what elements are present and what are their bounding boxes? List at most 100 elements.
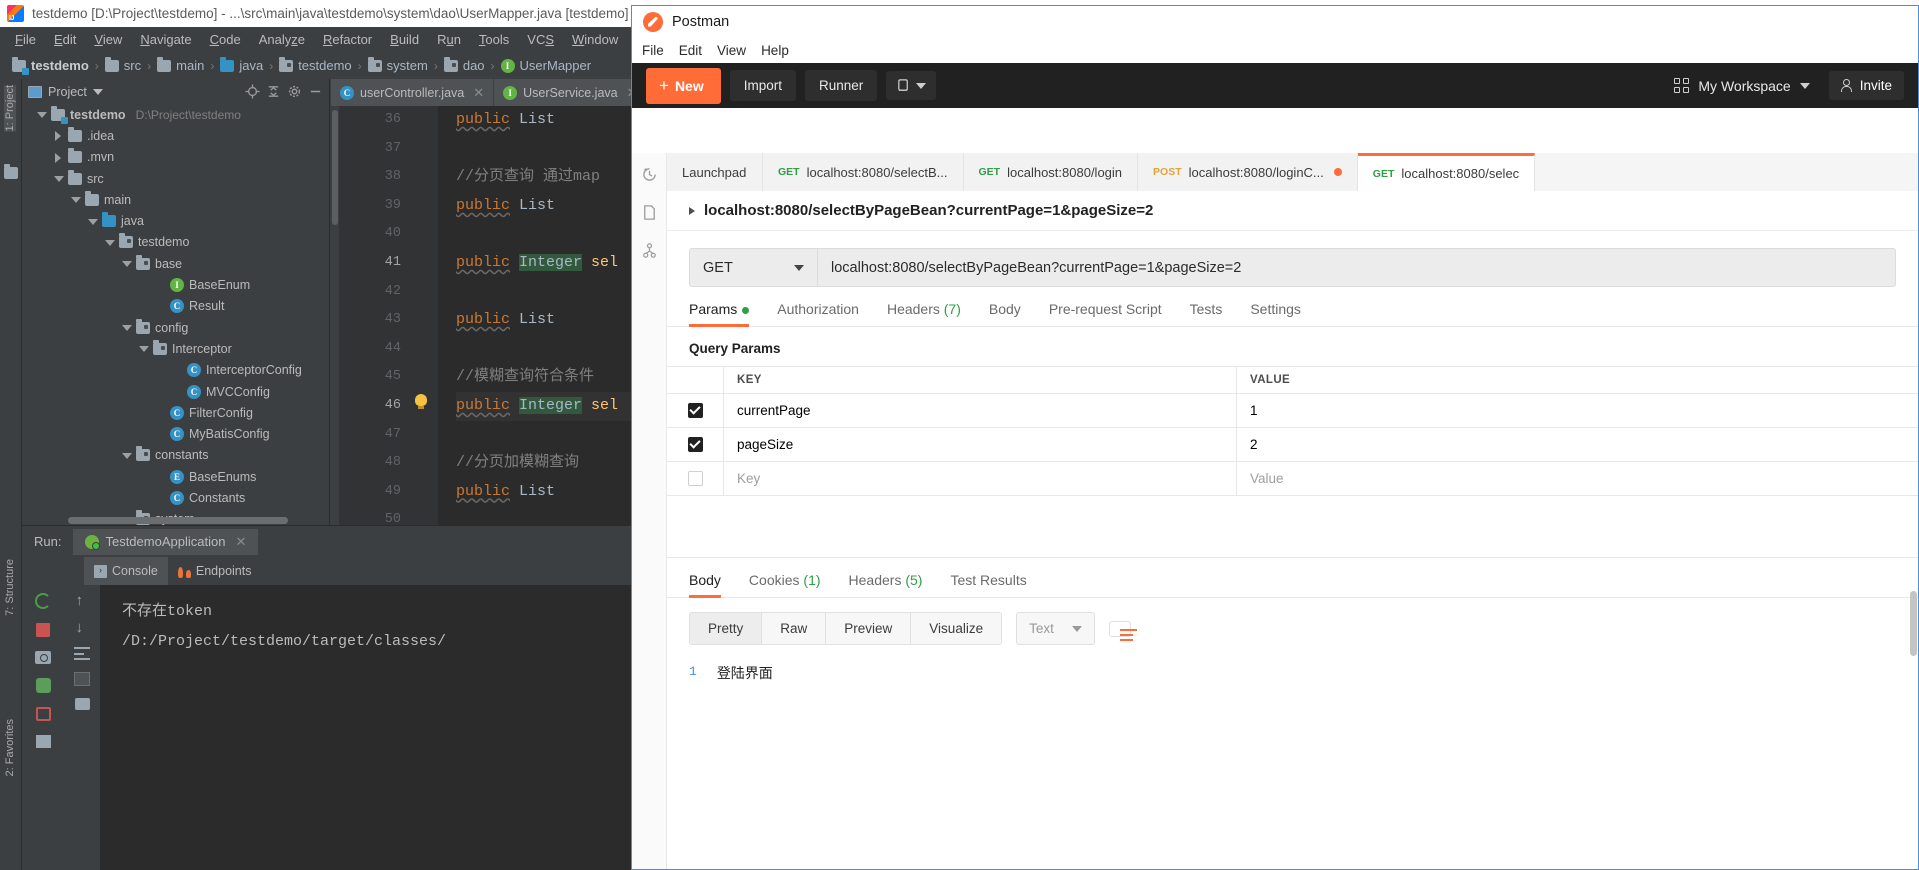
menu-vcs[interactable]: VCS	[518, 30, 563, 49]
request-tab-2[interactable]: GET localhost:8080/login	[963, 153, 1139, 191]
request-tab-3[interactable]: POST localhost:8080/loginC...	[1138, 153, 1358, 191]
menu-file[interactable]: FFileile	[6, 30, 45, 49]
response-tab-body[interactable]: Body	[689, 572, 735, 598]
tree-node-constants[interactable]: constants	[22, 445, 329, 466]
request-subtab-body[interactable]: Body	[975, 301, 1035, 326]
tree-node-mvcconfig[interactable]: C MVCConfig	[22, 381, 329, 402]
collapse-all-icon[interactable]	[266, 84, 281, 99]
tree-node-testdemo[interactable]: testdemo D:\Project\testdemo	[22, 104, 329, 125]
menu-tools[interactable]: Tools	[470, 30, 518, 49]
tree-node-mybatisconfig[interactable]: C MyBatisConfig	[22, 423, 329, 444]
toolwindow-button-project[interactable]: 1: Project	[4, 85, 16, 132]
chevron-down-icon[interactable]	[54, 174, 64, 183]
scroll-up-icon[interactable]: ↑	[76, 593, 89, 608]
param-key-input[interactable]: pageSize	[724, 428, 1237, 461]
postman-menubar[interactable]: File Edit View Help	[632, 37, 1918, 63]
breadcrumb-item-main[interactable]: main	[153, 56, 208, 73]
response-view-mode-group[interactable]: Pretty Raw Preview Visualize	[689, 612, 1003, 645]
param-key-input[interactable]: currentPage	[724, 394, 1237, 427]
menu-help[interactable]: Help	[761, 42, 800, 59]
new-button[interactable]: + New	[646, 67, 721, 104]
checkbox-unchecked-icon[interactable]	[687, 471, 703, 486]
run-action-toolbar[interactable]	[22, 585, 64, 870]
tree-node-filterconfig[interactable]: C FilterConfig	[22, 402, 329, 423]
tree-horizontal-scrollbar[interactable]	[68, 517, 288, 524]
menu-edit[interactable]: Edit	[45, 30, 85, 49]
response-tab-cookies[interactable]: Cookies (1)	[735, 572, 835, 597]
response-scrollbar[interactable]	[1910, 591, 1917, 656]
param-value-input[interactable]: 2	[1237, 428, 1918, 461]
menu-run[interactable]: Run	[428, 30, 470, 49]
breadcrumb-item-dao[interactable]: dao	[440, 56, 489, 73]
chevron-down-icon[interactable]	[122, 259, 132, 268]
tree-node-src[interactable]: src	[22, 168, 329, 189]
screenshot-icon[interactable]	[35, 651, 51, 664]
chevron-right-icon[interactable]	[54, 152, 63, 163]
menu-analyze[interactable]: Analyze	[250, 30, 314, 49]
runner-button[interactable]: Runner	[805, 70, 878, 101]
view-mode-preview[interactable]: Preview	[826, 613, 912, 644]
locate-target-icon[interactable]	[245, 84, 260, 99]
breadcrumb-item-src[interactable]: src	[101, 56, 145, 73]
breadcrumb-item-testdemo-pkg[interactable]: testdemo	[275, 56, 355, 73]
query-param-row[interactable]: pageSize 2	[667, 427, 1918, 461]
chevron-right-icon[interactable]	[54, 131, 63, 142]
print-icon[interactable]	[74, 698, 90, 710]
query-param-row[interactable]: Key Value	[667, 461, 1918, 496]
query-param-row[interactable]: currentPage 1	[667, 393, 1918, 427]
response-tab-headers[interactable]: Headers (5)	[835, 572, 937, 597]
chevron-down-icon[interactable]	[105, 238, 115, 247]
apis-icon[interactable]	[641, 242, 658, 259]
tree-node-baseenum[interactable]: I BaseEnum	[22, 274, 329, 295]
tree-node-interceptor[interactable]: Interceptor	[22, 338, 329, 359]
request-subtab-headers[interactable]: Headers (7)	[873, 301, 975, 326]
tree-node-constants[interactable]: C Constants	[22, 487, 329, 508]
export-icon[interactable]	[35, 707, 51, 721]
collections-icon[interactable]	[641, 204, 658, 221]
chevron-down-icon[interactable]	[122, 451, 132, 460]
param-value-input[interactable]: 1	[1237, 394, 1918, 427]
breadcrumb-item-usermapper[interactable]: I UserMapper	[497, 58, 596, 73]
breadcrumb-item-java[interactable]: java	[216, 56, 267, 73]
workspace-selector[interactable]: My Workspace	[1664, 72, 1819, 100]
console-action-toolbar[interactable]: ↑ ↓	[64, 585, 100, 870]
editor-tab-usercontroller[interactable]: C userController.java ✕	[331, 79, 495, 106]
request-subtab-authorization[interactable]: Authorization	[763, 301, 873, 326]
invite-button[interactable]: Invite	[1828, 71, 1904, 100]
request-subtab-bar[interactable]: Params Authorization Headers (7) Body Pre-re…	[667, 287, 1918, 327]
response-tab-bar[interactable]: Body Cookies (1) Headers (5) Test Results	[667, 558, 1918, 598]
run-tab-endpoints[interactable]: Endpoints	[168, 557, 262, 585]
response-tab-test-results[interactable]: Test Results	[936, 572, 1040, 597]
layout-icon[interactable]	[35, 735, 51, 748]
run-tab-console[interactable]: › Console	[84, 557, 168, 585]
scroll-to-end-icon[interactable]	[74, 672, 90, 686]
tree-node-interceptorconfig[interactable]: C InterceptorConfig	[22, 360, 329, 381]
tree-node-java[interactable]: java	[22, 210, 329, 231]
toolwindow-button-structure[interactable]: 7: Structure	[4, 559, 16, 616]
param-key-input[interactable]: Key	[724, 462, 1237, 495]
rerun-icon[interactable]	[35, 593, 51, 609]
http-method-select[interactable]: GET	[689, 248, 817, 287]
menu-navigate[interactable]: Navigate	[131, 30, 200, 49]
request-url-input[interactable]: localhost:8080/selectByPageBean?currentP…	[817, 248, 1896, 287]
tree-node-idea[interactable]: .idea	[22, 125, 329, 146]
toolwindow-button-favorites[interactable]: 2: Favorites	[4, 719, 16, 776]
response-body[interactable]: 1 登陆界面	[667, 659, 1918, 683]
chevron-down-icon[interactable]	[92, 88, 103, 95]
close-icon[interactable]: ✕	[473, 85, 484, 101]
request-subtab-pre-request-script[interactable]: Pre-request Script	[1035, 301, 1176, 326]
close-icon[interactable]: ✕	[235, 534, 246, 550]
checkbox-checked-icon[interactable]	[687, 437, 703, 452]
tree-node-main[interactable]: main	[22, 189, 329, 210]
folder-icon[interactable]	[4, 164, 18, 179]
request-subtab-tests[interactable]: Tests	[1176, 301, 1237, 326]
request-tab-4[interactable]: GET localhost:8080/selec	[1357, 153, 1536, 191]
intention-bulb-icon[interactable]	[415, 394, 431, 410]
postman-sidebar-rail[interactable]	[632, 153, 667, 869]
breadcrumb-item-system[interactable]: system	[364, 56, 432, 73]
request-tab-1[interactable]: GET localhost:8080/selectB...	[763, 153, 964, 191]
request-subtab-settings[interactable]: Settings	[1236, 301, 1315, 326]
param-enabled-checkbox-cell[interactable]	[667, 428, 724, 461]
view-mode-visualize[interactable]: Visualize	[911, 613, 1002, 644]
view-mode-raw[interactable]: Raw	[762, 613, 827, 644]
